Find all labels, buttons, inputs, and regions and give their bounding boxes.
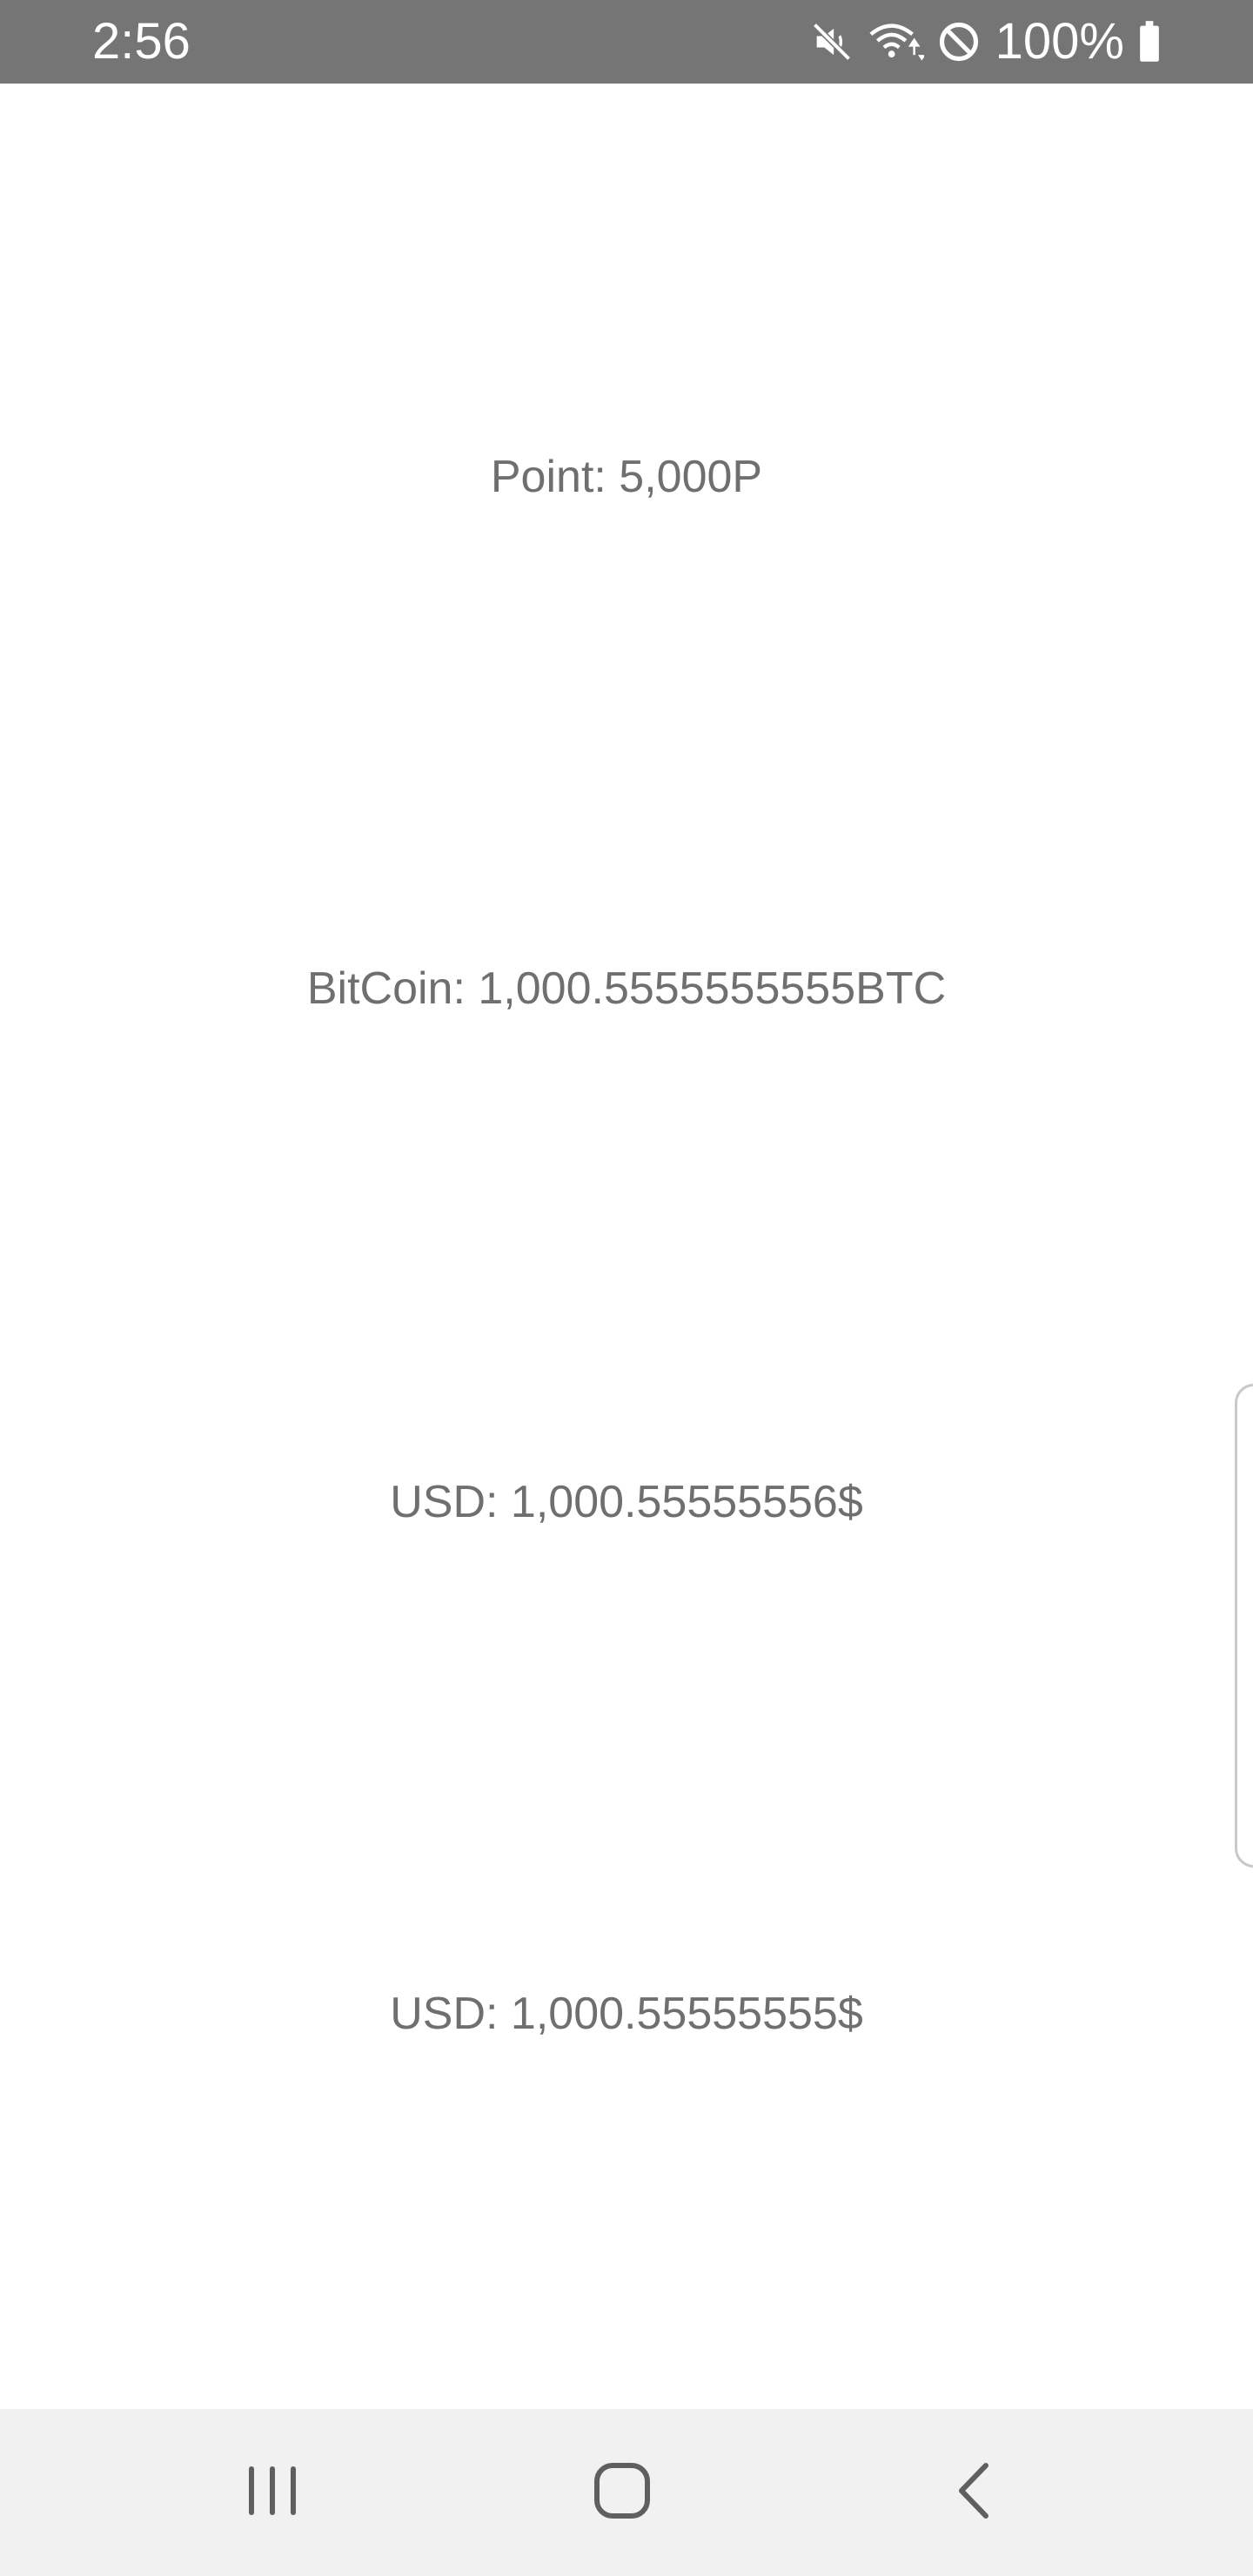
home-icon bbox=[592, 2460, 653, 2526]
bitcoin-balance: BitCoin: 1,000.5555555555BTC bbox=[306, 963, 947, 1014]
main-content: Point: 5,000P BitCoin: 1,000.5555555555B… bbox=[0, 84, 1253, 2409]
mute-icon bbox=[809, 19, 854, 64]
edge-panel-handle[interactable] bbox=[1235, 1384, 1253, 1868]
block-icon bbox=[936, 19, 982, 64]
recents-icon bbox=[244, 2462, 301, 2524]
app-screen: 2:56 100% Point: 5,000P BitCoin: 1,000.5… bbox=[0, 0, 1253, 2576]
status-icons: 100% bbox=[797, 12, 1163, 71]
usd-balance-truncated: USD: 1,000.55555555$ bbox=[390, 1989, 863, 2039]
home-button[interactable] bbox=[535, 2409, 709, 2576]
back-icon bbox=[951, 2460, 995, 2526]
back-button[interactable] bbox=[886, 2409, 1060, 2576]
status-bar: 2:56 100% bbox=[0, 0, 1253, 84]
navigation-bar bbox=[0, 2409, 1253, 2576]
point-balance: Point: 5,000P bbox=[490, 452, 763, 502]
status-time: 2:56 bbox=[92, 13, 191, 70]
wifi-icon bbox=[867, 19, 924, 64]
recents-button[interactable] bbox=[185, 2409, 359, 2576]
usd-balance-rounded: USD: 1,000.55555556$ bbox=[390, 1477, 863, 1527]
battery-icon bbox=[1136, 19, 1163, 64]
battery-percent: 100% bbox=[995, 13, 1124, 70]
